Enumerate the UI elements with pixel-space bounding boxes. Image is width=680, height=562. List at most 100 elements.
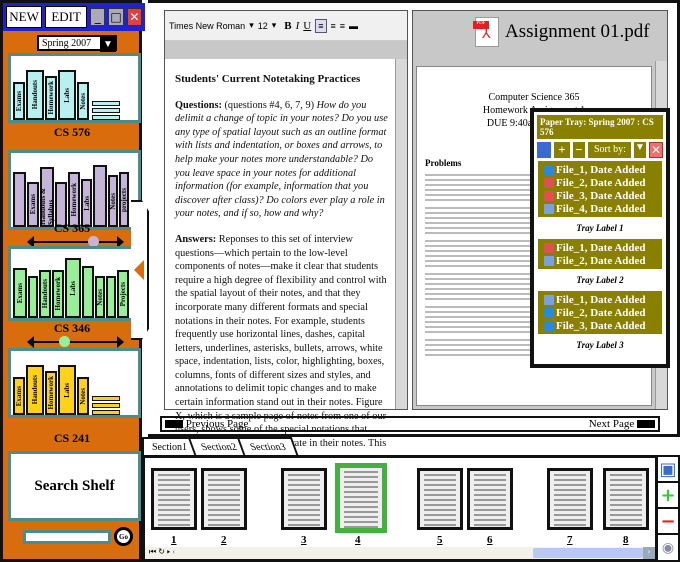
align-center-button[interactable]: ≡ [331,21,336,31]
semester-dropdown[interactable]: Spring 2007 ▼ [37,35,117,52]
page-number[interactable]: 6 [487,534,493,546]
book[interactable]: Labs [58,365,76,415]
book[interactable] [82,266,94,318]
filter-icon[interactable]: ◉ [658,535,678,561]
page-thumbnail[interactable] [335,463,387,533]
section-tab[interactable]: Section3 [236,437,299,455]
book[interactable]: Handouts [39,270,51,318]
scroll-thumb[interactable] [533,548,643,558]
page-number[interactable]: 8 [623,534,629,546]
minimize-button[interactable]: _ [90,8,106,26]
go-button[interactable]: Go [114,527,133,546]
slider-knob[interactable] [59,336,70,347]
tray-label[interactable]: Tray Label 2 [534,269,666,291]
refresh-icon[interactable]: ↻ [158,547,165,556]
add-tray-button[interactable]: + [554,142,570,158]
new-button[interactable]: NEW [6,6,43,28]
tray-file-item[interactable]: File_1, Date Added [544,293,656,306]
save-tray-button[interactable] [537,142,551,158]
size-dropdown-icon[interactable]: ▾ [272,20,277,31]
align-left-button[interactable]: ≡ [315,18,327,33]
book[interactable]: Handouts [26,365,44,415]
book[interactable]: Handouts & Syllabus [39,167,55,227]
book[interactable]: Labs [65,258,81,318]
font-select[interactable]: Times New Roman [169,21,245,31]
page-thumbnail[interactable] [417,468,463,530]
page-thumbnail[interactable] [281,468,327,530]
book[interactable]: Projects [117,270,129,318]
shelf-slider[interactable] [27,336,124,348]
book[interactable]: Notes [77,377,89,415]
page-thumbnail[interactable] [603,468,649,530]
tray-file-item[interactable]: File_4, Date Added [544,202,656,215]
page-thumbnail[interactable] [151,468,197,530]
remove-tray-button[interactable]: − [573,142,585,158]
tray-file-item[interactable]: File_2, Date Added [544,306,656,319]
course-shelf[interactable]: Exams Handouts & Syllabus Homework Labs Note… [8,150,141,230]
book[interactable]: Exams [13,82,25,120]
italic-button[interactable]: I [296,20,300,32]
book[interactable] [13,172,26,227]
font-dropdown-icon[interactable]: ▾ [249,20,254,31]
tray-file-item[interactable]: File_3, Date Added [544,189,656,202]
tray-label[interactable]: Tray Label 3 [534,334,666,356]
maximize-button[interactable]: □ [108,8,124,26]
sort-by-button[interactable]: Sort by: [588,142,631,158]
book[interactable]: Labs [81,179,92,227]
scroll-right-icon[interactable]: › [643,547,655,559]
sort-dropdown-icon[interactable]: ▼ [634,142,646,158]
page-number[interactable]: 4 [355,534,361,546]
tray-file-item[interactable]: File_2, Date Added [544,176,656,189]
close-tray-button[interactable]: ✕ [649,142,663,158]
book[interactable]: Notes [77,82,89,120]
book[interactable]: Handouts [26,70,44,120]
save-icon[interactable]: ▣ [658,457,678,483]
page-thumbnail[interactable] [547,468,593,530]
book[interactable]: Exams [13,268,27,318]
page-number[interactable]: 1 [171,534,177,546]
book[interactable]: Labs [58,70,76,120]
book[interactable]: Homework [52,270,64,318]
previous-page-button[interactable]: Previous Page [165,418,248,430]
tray-file-item[interactable]: File_1, Date Added [544,241,656,254]
book[interactable] [106,276,116,318]
book[interactable]: projects [119,172,129,227]
book[interactable] [93,165,107,227]
play-icon[interactable]: ▸ [167,547,171,556]
editor-scrollbar[interactable] [395,59,407,409]
back-icon[interactable]: ‹ [173,547,176,556]
close-button[interactable]: ✕ [126,8,142,26]
course-shelf[interactable]: Exams Handouts Homework Labs Notes Projects [8,246,141,321]
book[interactable]: Exams [13,377,25,415]
book[interactable]: Notes [95,276,105,318]
page-thumbnail[interactable] [201,468,247,530]
edit-button[interactable]: EDIT [45,6,88,28]
align-right-button[interactable]: ≡ [340,21,345,31]
justify-button[interactable]: ▬ [349,21,358,31]
thumbnail-scrollbar[interactable]: ⏮ ↻ ▸ ‹ › [145,547,655,559]
book[interactable] [28,276,38,318]
next-page-button[interactable]: Next Page [589,418,655,430]
shelf-slider[interactable] [27,236,124,248]
tray-file-item[interactable]: File_2, Date Added [544,254,656,267]
remove-icon[interactable]: − [658,509,678,535]
first-page-icon[interactable]: ⏮ [149,547,156,556]
tray-file-item[interactable]: File_3, Date Added [544,319,656,332]
bold-button[interactable]: B [284,20,291,32]
search-shelf-box[interactable]: Search Shelf [8,451,141,521]
search-input[interactable] [23,530,111,544]
tray-file-item[interactable]: File_1, Date Added [544,163,656,176]
page-number[interactable]: 3 [301,534,307,546]
tray-label[interactable]: Tray Label 1 [534,217,666,239]
size-select[interactable]: 12 [258,21,268,31]
book[interactable]: Homework [68,172,80,227]
collapse-arrow-icon[interactable] [134,260,144,280]
page-thumbnail[interactable] [467,468,513,530]
course-shelf[interactable]: Exams Handouts Homework Labs Notes [8,53,141,123]
book[interactable]: Notes [108,175,118,227]
book[interactable]: Homework [45,76,57,120]
chevron-down-icon[interactable]: ▼ [100,36,116,52]
course-shelf[interactable]: Exams Handouts Homework Labs Notes [8,348,141,418]
page-number[interactable]: 7 [567,534,573,546]
underline-button[interactable]: U [303,20,311,32]
